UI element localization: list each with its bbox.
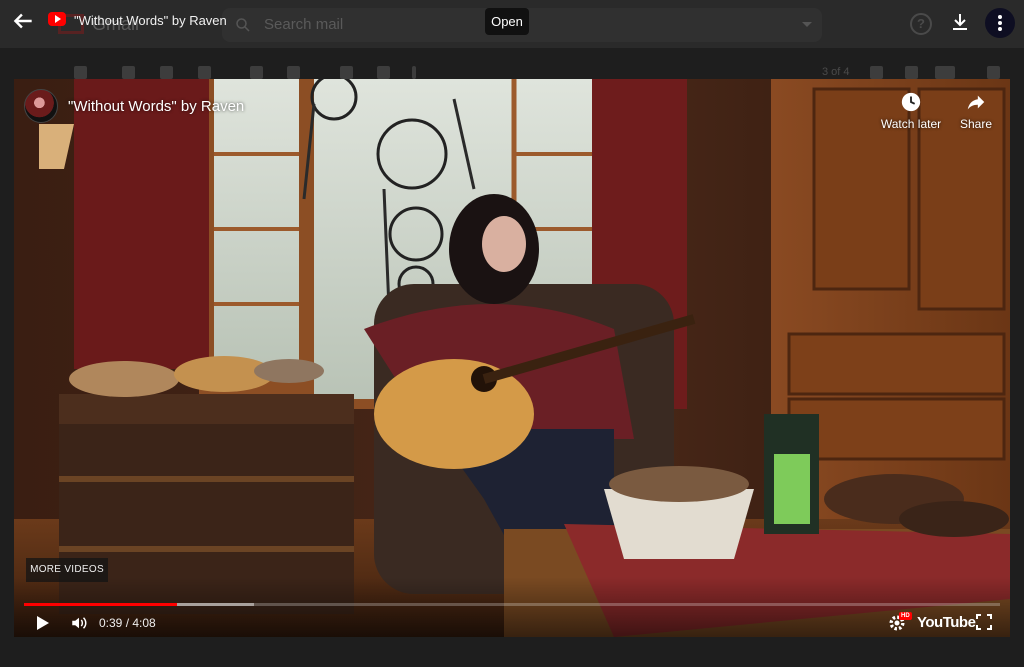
share-button[interactable]: Share (954, 91, 998, 131)
back-to-inbox-icon[interactable] (74, 66, 87, 79)
progress-played (24, 603, 178, 606)
channel-avatar[interactable] (24, 89, 58, 123)
fullscreen-icon[interactable] (976, 614, 992, 630)
overlay-video-title: "Without Words" by Raven (74, 13, 227, 28)
older-icon[interactable] (905, 66, 918, 79)
newer-icon[interactable] (870, 66, 883, 79)
volume-icon[interactable] (69, 614, 89, 632)
progress-bar[interactable] (24, 603, 1000, 606)
youtube-icon (48, 12, 66, 26)
delete-icon[interactable] (198, 66, 211, 79)
back-arrow-icon[interactable] (10, 8, 36, 34)
more-vert-icon (998, 15, 1002, 31)
hd-badge: HD (899, 612, 912, 620)
gmail-video-viewer: Gmail Search mail ? 3 of 4 "Without Word… (0, 0, 1024, 667)
help-icon[interactable]: ? (910, 13, 932, 35)
snooze-icon[interactable] (287, 66, 300, 79)
search-placeholder: Search mail (264, 16, 344, 33)
report-spam-icon[interactable] (160, 66, 173, 79)
archive-icon[interactable] (122, 66, 135, 79)
search-icon (236, 18, 250, 32)
video-frame (14, 79, 1010, 637)
play-icon[interactable] (36, 615, 50, 631)
watch-later-button[interactable]: Watch later (876, 91, 946, 131)
video-title[interactable]: "Without Words" by Raven (68, 98, 244, 115)
more-actions-icon[interactable] (412, 66, 416, 79)
move-to-icon[interactable] (340, 66, 353, 79)
input-tools-icon[interactable] (935, 66, 955, 79)
youtube-logo[interactable]: YouTube (917, 614, 976, 631)
download-icon[interactable] (948, 10, 972, 34)
watch-later-label: Watch later (880, 117, 942, 131)
settings-icon[interactable] (987, 66, 1000, 79)
message-count: 3 of 4 (822, 66, 850, 78)
share-label: Share (959, 117, 993, 131)
label-icon[interactable] (377, 66, 390, 79)
mark-unread-icon[interactable] (250, 66, 263, 79)
share-arrow-icon (967, 95, 985, 110)
time-display: 0:39 / 4:08 (99, 616, 156, 630)
open-button[interactable]: Open (485, 8, 529, 35)
search-options-icon[interactable] (802, 22, 812, 27)
more-options-button[interactable] (985, 8, 1015, 38)
controls-gradient (14, 577, 1010, 637)
video-player[interactable]: "Without Words" by Raven Watch later Sha… (14, 79, 1010, 637)
clock-icon (901, 92, 921, 112)
